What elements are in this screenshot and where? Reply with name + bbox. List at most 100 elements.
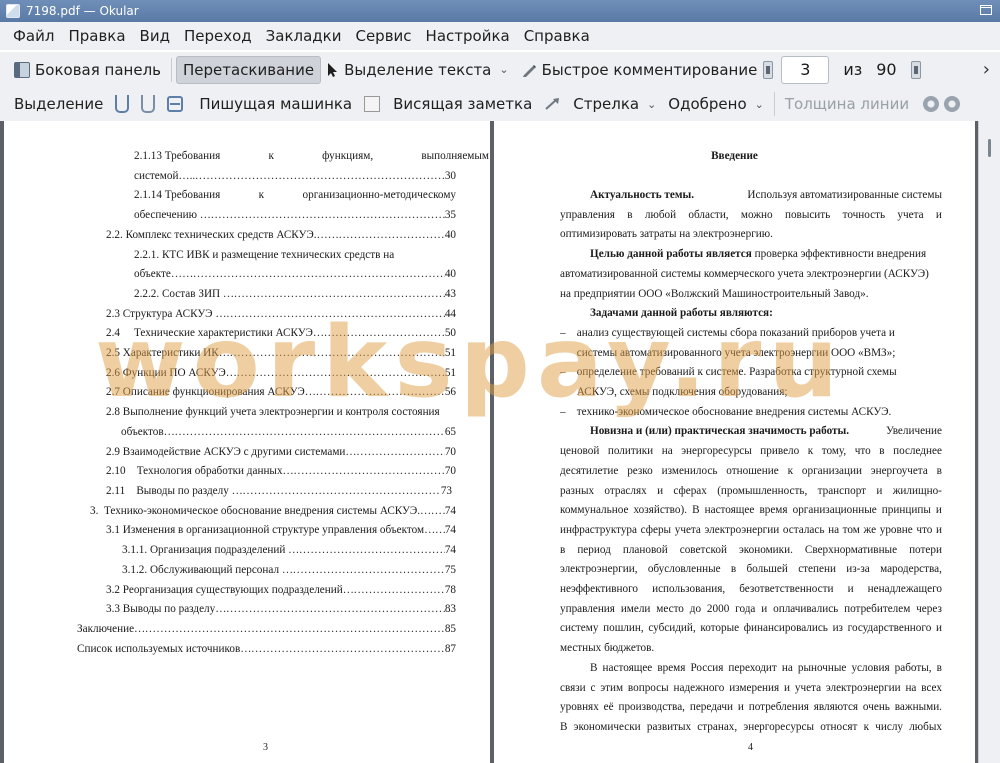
toc-entry-page: 40 [444,229,456,241]
word: вопросы [627,681,669,694]
text-line: оптимизировать затраты на электроэнергию… [560,228,773,241]
word: до [689,602,702,615]
toc-entry[interactable]: 2.5 Характеристики ИК… 51 [106,347,456,359]
menu-go[interactable]: Переход [177,27,259,45]
toc-entry[interactable]: объектов… 65 [121,426,456,438]
word: неэффективного [560,583,639,595]
word: и [761,602,768,615]
word: развитых [646,720,692,733]
word: 2000 [706,602,730,615]
word: рыночные [797,661,847,674]
menu-bar: Файл Правка Вид Переход Закладки Сервис … [0,22,1000,50]
toc-entry[interactable]: 2.7 Описание функционирования АСКУЭ… 56 [106,386,456,398]
toc-entry[interactable]: 2.11 Выводы по разделу … 73 [106,485,452,497]
toc-entry-page: 51 [444,347,456,359]
underline-icon[interactable] [115,95,130,113]
toc-entry[interactable]: 2.2.2. Состав ЗИП … 43 [134,288,456,300]
menu-edit[interactable]: Правка [61,27,132,45]
menu-tools[interactable]: Сервис [348,27,418,45]
text-select-button[interactable]: Выделение текста ⌄ [321,56,515,84]
browse-tool-button[interactable]: Перетаскивание [176,55,322,84]
word: можно [740,208,773,221]
toc-entry-page: 44 [444,308,456,320]
toc-entry[interactable]: обеспечению … 35 [134,209,456,221]
toolbar-overflow-icon[interactable]: › [983,59,990,80]
text-line: системы автоматизированного учета электр… [560,346,896,359]
document-viewport[interactable]: 2.1.13 Требования к функциям, выполняемы… [0,121,1000,763]
toc-entry[interactable]: Заключение… 85 [77,623,456,635]
word: же [863,523,877,536]
page-down-icon[interactable] [910,60,921,79]
text-line: Целью данной работы является проверка эф… [590,248,942,260]
toc-entry[interactable]: 3. Технико-экономическое обоснование вне… [90,505,456,517]
toc-word: 2.1.14 Требования [134,189,221,201]
toc-entry[interactable]: 2.10 Технология обработки данных… 70 [106,465,456,477]
text-line: коммунальное хозяйство). Внастоящее время ор… [560,504,942,516]
word: коммунальное [560,504,629,517]
toc-entry-page: 74 [444,524,456,536]
toc-line: 2.1.13 Требования к функциям, выполняемы… [134,150,489,162]
toc-entry[interactable]: 3.1.2. Обслуживающий персонал … 75 [122,564,456,576]
toc-entry[interactable]: 2.6 Функции ПО АСКУЭ… 51 [106,367,456,379]
toc-entry-page: 70 [444,446,456,458]
chevron-down-icon[interactable]: ⌄ [755,98,764,111]
toc-entry[interactable]: системой….. 30 [134,170,456,182]
word: и [936,523,942,536]
toc-entry[interactable]: Список используемых источников… 87 [77,643,456,655]
word: которые [700,622,740,635]
sticky-note-button[interactable]: Висящая заметка [358,90,538,118]
squiggle-icon[interactable] [141,95,156,113]
quick-comment-button[interactable]: Быстрое комментирование [515,56,764,84]
menu-view[interactable]: Вид [133,27,177,45]
menu-file[interactable]: Файл [6,27,61,45]
gear-icon[interactable] [923,96,940,112]
menu-help[interactable]: Справка [517,27,597,45]
word: (промышленность, [717,484,808,497]
maximize-icon[interactable] [980,5,992,15]
arrow-button[interactable]: Стрелка ⌄ [538,90,662,118]
toc-entry-title: 2.6 Функции ПО АСКУЭ… [106,367,237,379]
word: важными. [894,701,942,714]
line-width-button[interactable]: Толщина линии [779,90,915,118]
word: организации [801,464,862,477]
app-icon [6,4,20,18]
menu-bookmarks[interactable]: Закладки [259,27,349,45]
word: транспорт [817,484,867,497]
stamp-button[interactable]: Одобрено ⌄ [662,90,770,118]
annotation-toolbar: Выделение Пишущая машинка Висящая заметк… [0,87,1000,122]
toc-entry[interactable]: объекте…… 40 [134,268,456,280]
chevron-down-icon[interactable]: ⌄ [647,98,656,111]
gear-icon[interactable] [944,96,961,112]
word: настоящее [704,504,755,517]
sidebar-button[interactable]: Боковая панель [8,56,167,84]
page-number-input[interactable]: 3 [781,55,830,84]
toc-entry[interactable]: 3.1.1. Организация подразделений … 74 [122,544,456,556]
scroll-thumb[interactable] [988,139,991,157]
toc-entry[interactable]: 3.3 Выводы по разделу… 83 [106,603,456,615]
strikeout-icon[interactable] [167,96,184,112]
toc-entry-page: 87 [444,643,456,655]
word: энергоресурсы [681,445,752,458]
toc-entry-title: 2.10 Технология обработки данных… [106,465,294,477]
toc-entry[interactable]: 2.4 Технические характеристики АСКУЭ… 50 [106,327,456,339]
menu-settings[interactable]: Настройка [419,27,517,45]
word: жилищно- [892,484,942,497]
vertical-scrollbar[interactable] [978,121,1000,763]
page-total: 90 [876,60,897,79]
word: ценовой [560,445,600,458]
page-of-label: из [843,60,863,79]
toc-entry-page: 35 [444,209,456,221]
word: области, [688,208,729,221]
toc-entry[interactable]: 2.2. Комплекс технических средств АСКУЭ.… [106,229,456,241]
chevron-down-icon[interactable]: ⌄ [499,63,508,76]
toc-entry[interactable]: 2.3 Структура АСКУЭ … 44 [106,308,456,320]
highlight-button[interactable]: Выделение [8,90,109,118]
toc-entry[interactable]: 3.2 Реорганизация существующих подраздел… [106,584,456,596]
toc-entry[interactable]: 2.9 Взаимодействие АСКУЭ с другими систе… [106,446,456,458]
toc-entry[interactable]: 3.1 Изменения в организационной структур… [106,524,456,536]
toc-entry-title: 2.9 Взаимодействие АСКУЭ с другими систе… [106,446,357,458]
text-line: Внастоящее время Россия переходит на рыночные… [590,662,942,674]
toc-entry-title: 3.2 Реорганизация существующих подраздел… [106,584,354,596]
page-up-icon[interactable] [763,60,774,79]
typewriter-button[interactable]: Пишущая машинка [193,90,358,118]
